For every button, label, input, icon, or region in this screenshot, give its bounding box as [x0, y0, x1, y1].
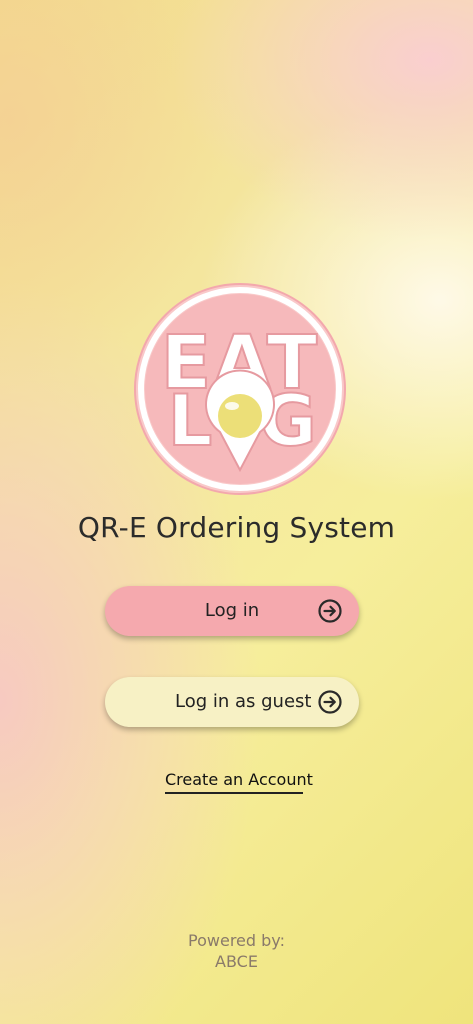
powered-by-company: ABCE	[215, 952, 258, 971]
arrow-circle-right-icon	[318, 690, 342, 714]
login-button[interactable]: Log in	[105, 586, 359, 636]
arrow-circle-right-icon	[318, 599, 342, 623]
powered-by-label: Powered by:	[188, 931, 285, 950]
eat-log-logo: EAT L G	[134, 283, 346, 495]
guest-button-label: Log in as guest	[175, 691, 312, 712]
footer-powered-by: Powered by: ABCE	[0, 930, 473, 972]
create-account-link[interactable]: Create an Account	[165, 770, 313, 794]
logo-text-l: L	[168, 380, 213, 462]
app-title: QR-E Ordering System	[77, 511, 396, 544]
login-as-guest-button[interactable]: Log in as guest	[105, 677, 359, 727]
